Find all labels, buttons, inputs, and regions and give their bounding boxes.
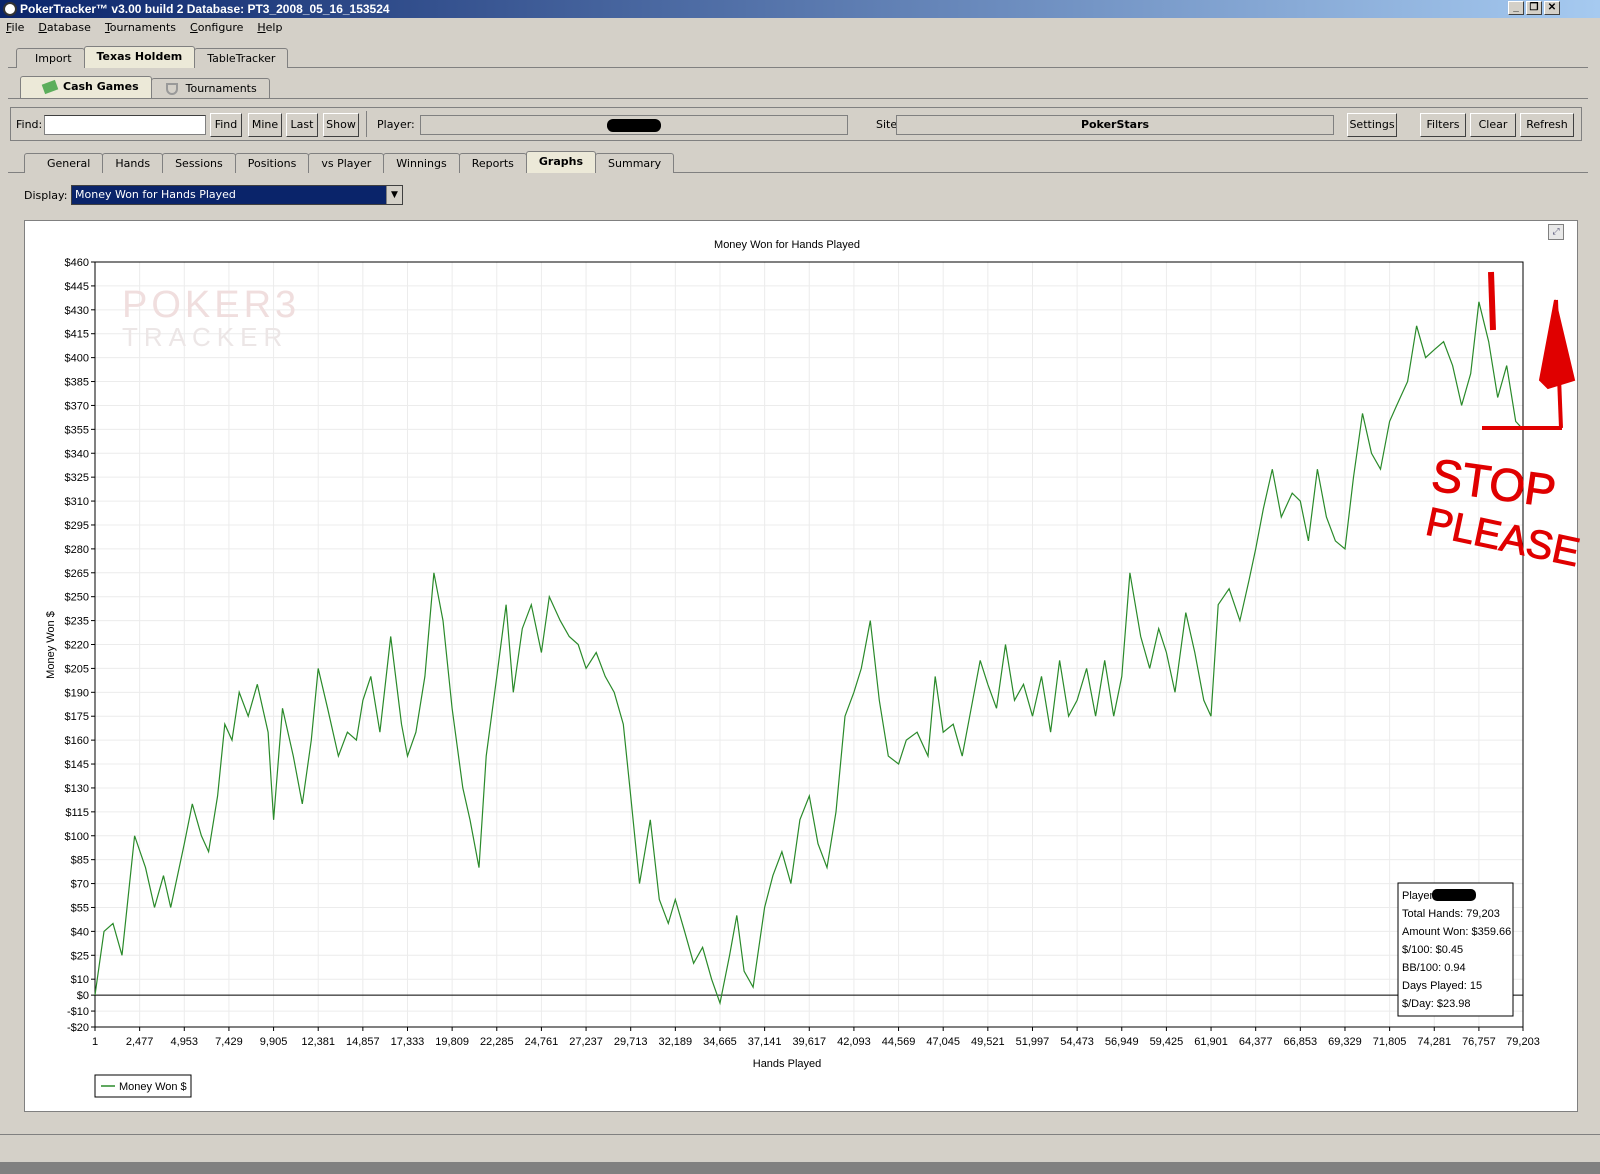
display-select[interactable]: Money Won for Hands Played ▼ — [71, 185, 403, 205]
player-name-redaction — [607, 119, 661, 132]
top-tabs: Import Texas Holdem TableTracker — [16, 46, 289, 68]
trophy-icon — [165, 83, 178, 95]
menu-help[interactable]: Help — [257, 18, 282, 38]
tab-general[interactable]: General — [24, 153, 104, 173]
display-select-value: Money Won for Hands Played — [75, 188, 236, 201]
menu-file[interactable]: File — [6, 18, 24, 38]
chart-panel — [24, 220, 1578, 1112]
tab-tournaments-label: Tournaments — [185, 82, 257, 95]
filters-button[interactable]: Filters — [1420, 113, 1466, 137]
display-label: Display: — [24, 189, 68, 202]
report-tabs: General Hands Sessions Positions vs Play… — [24, 151, 675, 173]
close-icon[interactable]: ✕ — [1544, 1, 1560, 15]
menu-bar: File Database Tournaments Configure Help — [0, 18, 1600, 38]
tab-reports[interactable]: Reports — [458, 153, 527, 173]
player-label: Player: — [377, 118, 415, 131]
tab-tabletracker[interactable]: TableTracker — [194, 48, 289, 68]
minimize-icon[interactable]: _ — [1508, 1, 1524, 15]
window-controls: _ ❐ ✕ — [1508, 1, 1560, 15]
window-title: PokerTracker™ v3.00 build 2 Database: PT… — [20, 2, 390, 16]
menu-database[interactable]: Database — [38, 18, 91, 38]
tab-cash-games-label: Cash Games — [63, 80, 139, 93]
toolbar-divider — [366, 111, 367, 137]
tab-texas-holdem[interactable]: Texas Holdem — [83, 46, 196, 68]
app-icon — [3, 2, 17, 16]
tab-winnings[interactable]: Winnings — [383, 153, 460, 173]
find-button[interactable]: Find — [210, 113, 242, 137]
expand-icon[interactable]: ⤢ — [1548, 224, 1564, 240]
show-button[interactable]: Show — [323, 113, 359, 137]
refresh-button[interactable]: Refresh — [1520, 113, 1574, 137]
find-label: Find: — [16, 118, 43, 131]
tab-import[interactable]: Import — [16, 48, 85, 68]
tab-tournaments[interactable]: Tournaments — [150, 78, 270, 98]
tab-cash-games[interactable]: Cash Games — [20, 76, 152, 98]
player-field[interactable] — [420, 115, 848, 135]
menu-tournaments[interactable]: Tournaments — [105, 18, 176, 38]
tab-summary[interactable]: Summary — [595, 153, 675, 173]
clear-button[interactable]: Clear — [1470, 113, 1516, 137]
last-button[interactable]: Last — [286, 113, 318, 137]
tab-hands[interactable]: Hands — [102, 153, 164, 173]
window-titlebar: PokerTracker™ v3.00 build 2 Database: PT… — [0, 0, 1600, 18]
status-bar — [0, 1134, 1600, 1162]
tab-positions[interactable]: Positions — [234, 153, 310, 173]
settings-button[interactable]: Settings — [1347, 113, 1397, 137]
filter-toolbar: Find: Find Mine Last Show Player: Site: … — [10, 107, 1582, 141]
bottom-strip — [0, 1162, 1600, 1174]
cash-icon — [41, 79, 59, 95]
chevron-down-icon[interactable]: ▼ — [386, 186, 402, 204]
tab-vs-player[interactable]: vs Player — [308, 153, 385, 173]
tab-graphs[interactable]: Graphs — [525, 151, 597, 173]
sub-tabs: Cash Games Tournaments — [20, 76, 270, 98]
tab-sessions[interactable]: Sessions — [162, 153, 236, 173]
sub-tabs-baseline — [8, 98, 1588, 99]
find-input[interactable] — [44, 115, 206, 135]
menu-configure[interactable]: Configure — [190, 18, 243, 38]
site-field[interactable]: PokerStars — [896, 115, 1334, 135]
mine-button[interactable]: Mine — [248, 113, 282, 137]
restore-icon[interactable]: ❐ — [1526, 1, 1542, 15]
